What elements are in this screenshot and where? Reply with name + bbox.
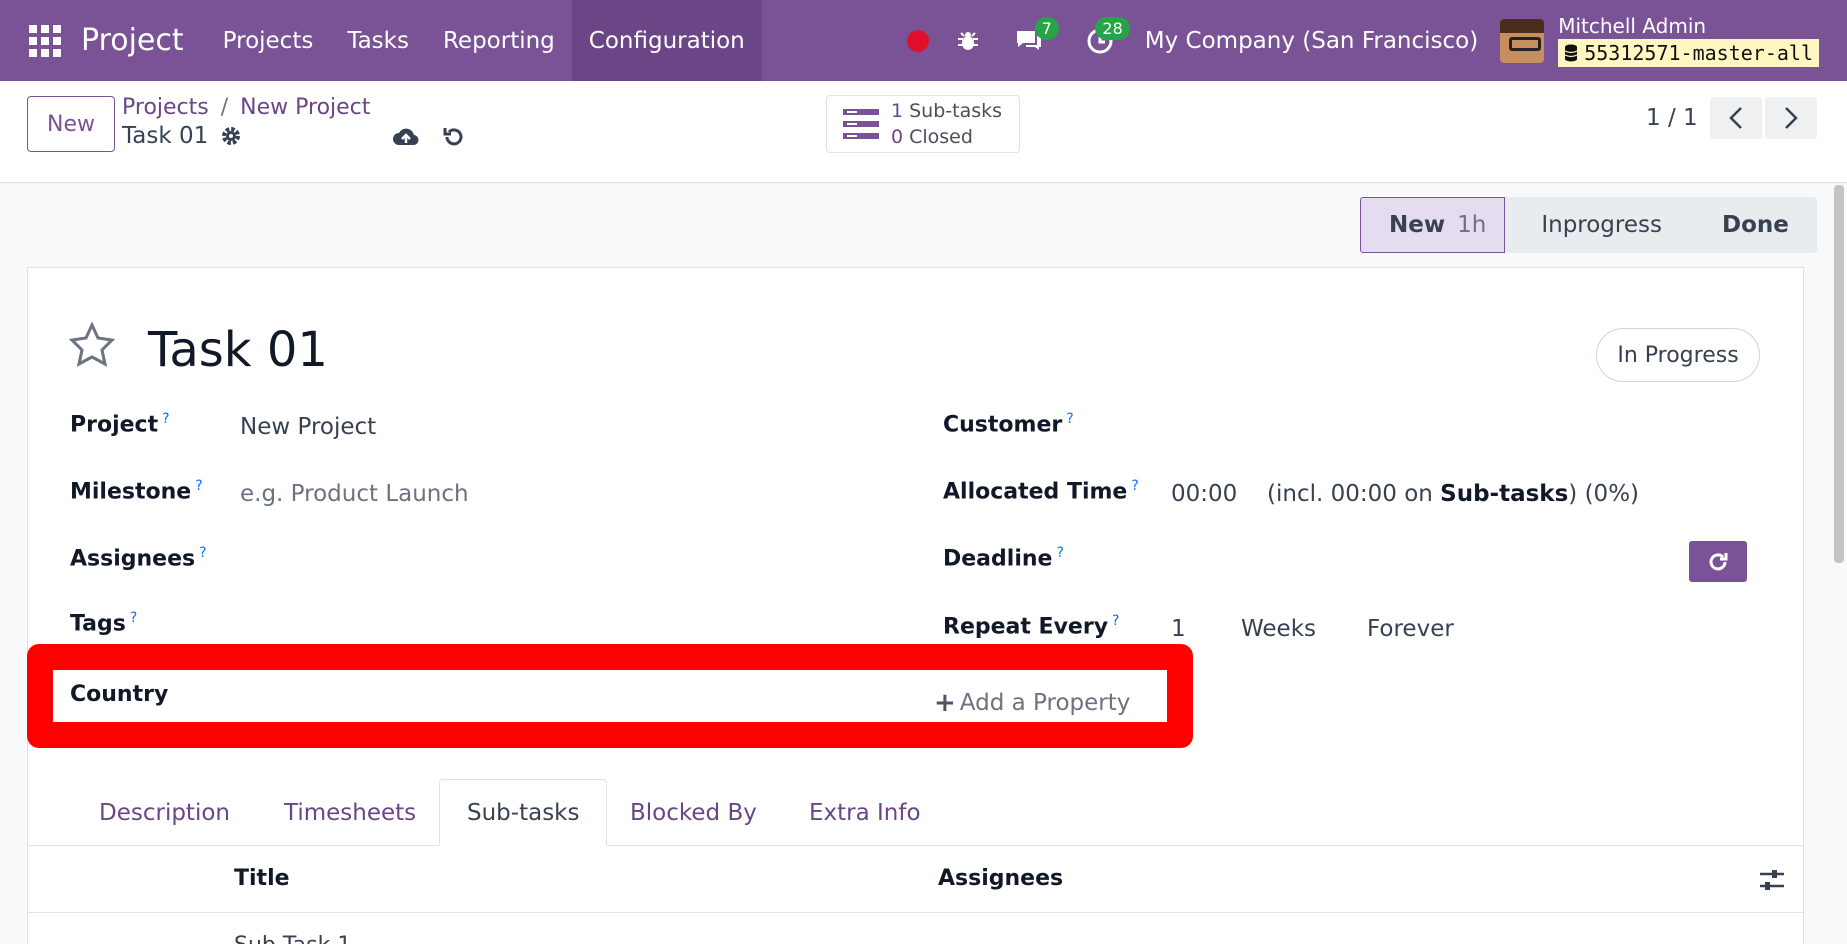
chevron-right-icon [1785, 107, 1798, 129]
help-tooltip[interactable]: ? [199, 545, 206, 561]
discard-undo-icon[interactable] [442, 125, 466, 149]
subtasks-table-header: Title Assignees [28, 846, 1803, 913]
activities-badge: 28 [1095, 16, 1130, 40]
plus-icon: + [934, 688, 956, 718]
repeat-interval-input[interactable]: 1 [1171, 616, 1186, 642]
subtask-title[interactable]: Sub Task 1 [234, 933, 351, 944]
save-discard-group [392, 125, 466, 149]
control-panel: New Projects / New Project Task 01 1 Sub-… [0, 81, 1847, 183]
column-assignees[interactable]: Assignees [938, 866, 1063, 891]
pager-previous-button[interactable] [1710, 97, 1762, 139]
milestone-label: Milestone? [70, 478, 203, 505]
pager-value[interactable]: 1 / 1 [1646, 105, 1698, 131]
record-name-label: Task 01 [122, 123, 209, 149]
tab-extra-info[interactable]: Extra Info [809, 779, 921, 846]
optional-columns-sliders-icon[interactable] [1758, 868, 1786, 892]
help-tooltip[interactable]: ? [1066, 411, 1073, 427]
menu-configuration[interactable]: Configuration [571, 0, 762, 81]
activities-clock-icon[interactable]: 28 [1078, 16, 1130, 63]
add-property-button[interactable]: + Add a Property [934, 688, 1130, 718]
stage-done[interactable]: Done [1685, 197, 1817, 253]
debug-bug-icon[interactable] [946, 19, 990, 63]
customer-label: Customer? [943, 411, 1074, 438]
subtasks-list-icon [843, 109, 879, 139]
recurrence-refresh-button[interactable] [1689, 541, 1747, 582]
stage-new[interactable]: New 1h [1360, 197, 1506, 253]
tags-label: Tags? [70, 610, 138, 637]
breadcrumb: Projects / New Project [122, 95, 370, 120]
help-tooltip[interactable]: ? [130, 610, 137, 626]
add-property-label: Add a Property [959, 690, 1131, 716]
task-state-pill[interactable]: In Progress [1596, 328, 1760, 382]
table-row[interactable]: Sub Task 1 [28, 913, 1803, 944]
top-navbar: Project Projects Tasks Reporting Configu… [0, 0, 1847, 81]
help-tooltip[interactable]: ? [1056, 545, 1063, 561]
allocated-time-label: Allocated Time? [943, 478, 1139, 505]
deadline-label: Deadline? [943, 545, 1064, 572]
database-badge: 55312571-master-all [1558, 38, 1819, 67]
repeat-every-label: Repeat Every? [943, 613, 1120, 640]
app-name[interactable]: Project [81, 23, 184, 58]
tab-description[interactable]: Description [99, 779, 230, 846]
help-tooltip[interactable]: ? [195, 478, 202, 494]
database-icon [1564, 44, 1578, 61]
column-title[interactable]: Title [234, 866, 290, 891]
cloud-upload-icon[interactable] [392, 125, 420, 149]
allocated-time-note: (incl. 00:00 on Sub-tasks) (0%) [1267, 481, 1640, 507]
subtasks-stat: 1 Sub-tasks [891, 100, 1003, 122]
project-field[interactable]: New Project [240, 414, 376, 440]
tab-blocked-by[interactable]: Blocked By [630, 779, 757, 846]
task-title[interactable]: Task 01 [148, 322, 328, 378]
priority-star-icon[interactable] [68, 322, 116, 368]
recording-indicator-icon[interactable] [896, 19, 940, 63]
milestone-input[interactable]: e.g. Product Launch [240, 481, 469, 507]
stage-inprogress[interactable]: Inprogress [1505, 197, 1700, 253]
user-avatar[interactable] [1500, 18, 1545, 63]
refresh-icon [1709, 552, 1728, 570]
pager-next-button[interactable] [1765, 97, 1817, 139]
subtasks-smart-button[interactable]: 1 Sub-tasks 0 Closed [826, 95, 1020, 153]
new-button[interactable]: New [27, 96, 115, 152]
breadcrumb-new-project[interactable]: New Project [240, 95, 370, 120]
project-label: Project? [70, 411, 170, 438]
menu-projects[interactable]: Projects [206, 0, 331, 81]
chevron-left-icon [1729, 107, 1742, 129]
help-tooltip[interactable]: ? [162, 411, 169, 427]
closed-stat: 0 Closed [891, 126, 973, 148]
stage-duration: 1h [1457, 212, 1487, 238]
database-name: 55312571-master-all [1584, 40, 1813, 65]
page-scrollbar[interactable] [1834, 185, 1844, 563]
breadcrumb-projects[interactable]: Projects [122, 95, 209, 120]
menu-tasks[interactable]: Tasks [330, 0, 426, 81]
notebook-tabs: Description Timesheets Sub-tasks Blocked… [28, 779, 1803, 846]
user-menu[interactable]: Mitchell Admin 55312571-master-all [1558, 15, 1819, 67]
country-property-label[interactable]: Country [70, 682, 168, 707]
app-menu-icon[interactable] [29, 24, 61, 57]
messages-icon[interactable]: 7 [1007, 16, 1059, 63]
assignees-label: Assignees? [70, 545, 207, 572]
help-tooltip[interactable]: ? [1112, 613, 1119, 629]
repeat-type-select[interactable]: Forever [1367, 616, 1454, 642]
record-name: Task 01 [122, 123, 242, 149]
allocated-time-input[interactable]: 00:00 [1171, 481, 1237, 507]
messages-badge: 7 [1034, 16, 1059, 40]
tab-timesheets[interactable]: Timesheets [284, 779, 416, 846]
company-switcher[interactable]: My Company (San Francisco) [1145, 28, 1478, 54]
menu-reporting[interactable]: Reporting [426, 0, 572, 81]
gear-icon[interactable] [220, 125, 242, 147]
tab-sub-tasks[interactable]: Sub-tasks [439, 779, 608, 846]
repeat-unit-select[interactable]: Weeks [1241, 616, 1316, 642]
help-tooltip[interactable]: ? [1131, 478, 1138, 494]
breadcrumb-separator: / [220, 95, 229, 120]
user-name: Mitchell Admin [1558, 13, 1707, 38]
stage-statusbar: New 1h Inprogress Done [1360, 197, 1817, 253]
